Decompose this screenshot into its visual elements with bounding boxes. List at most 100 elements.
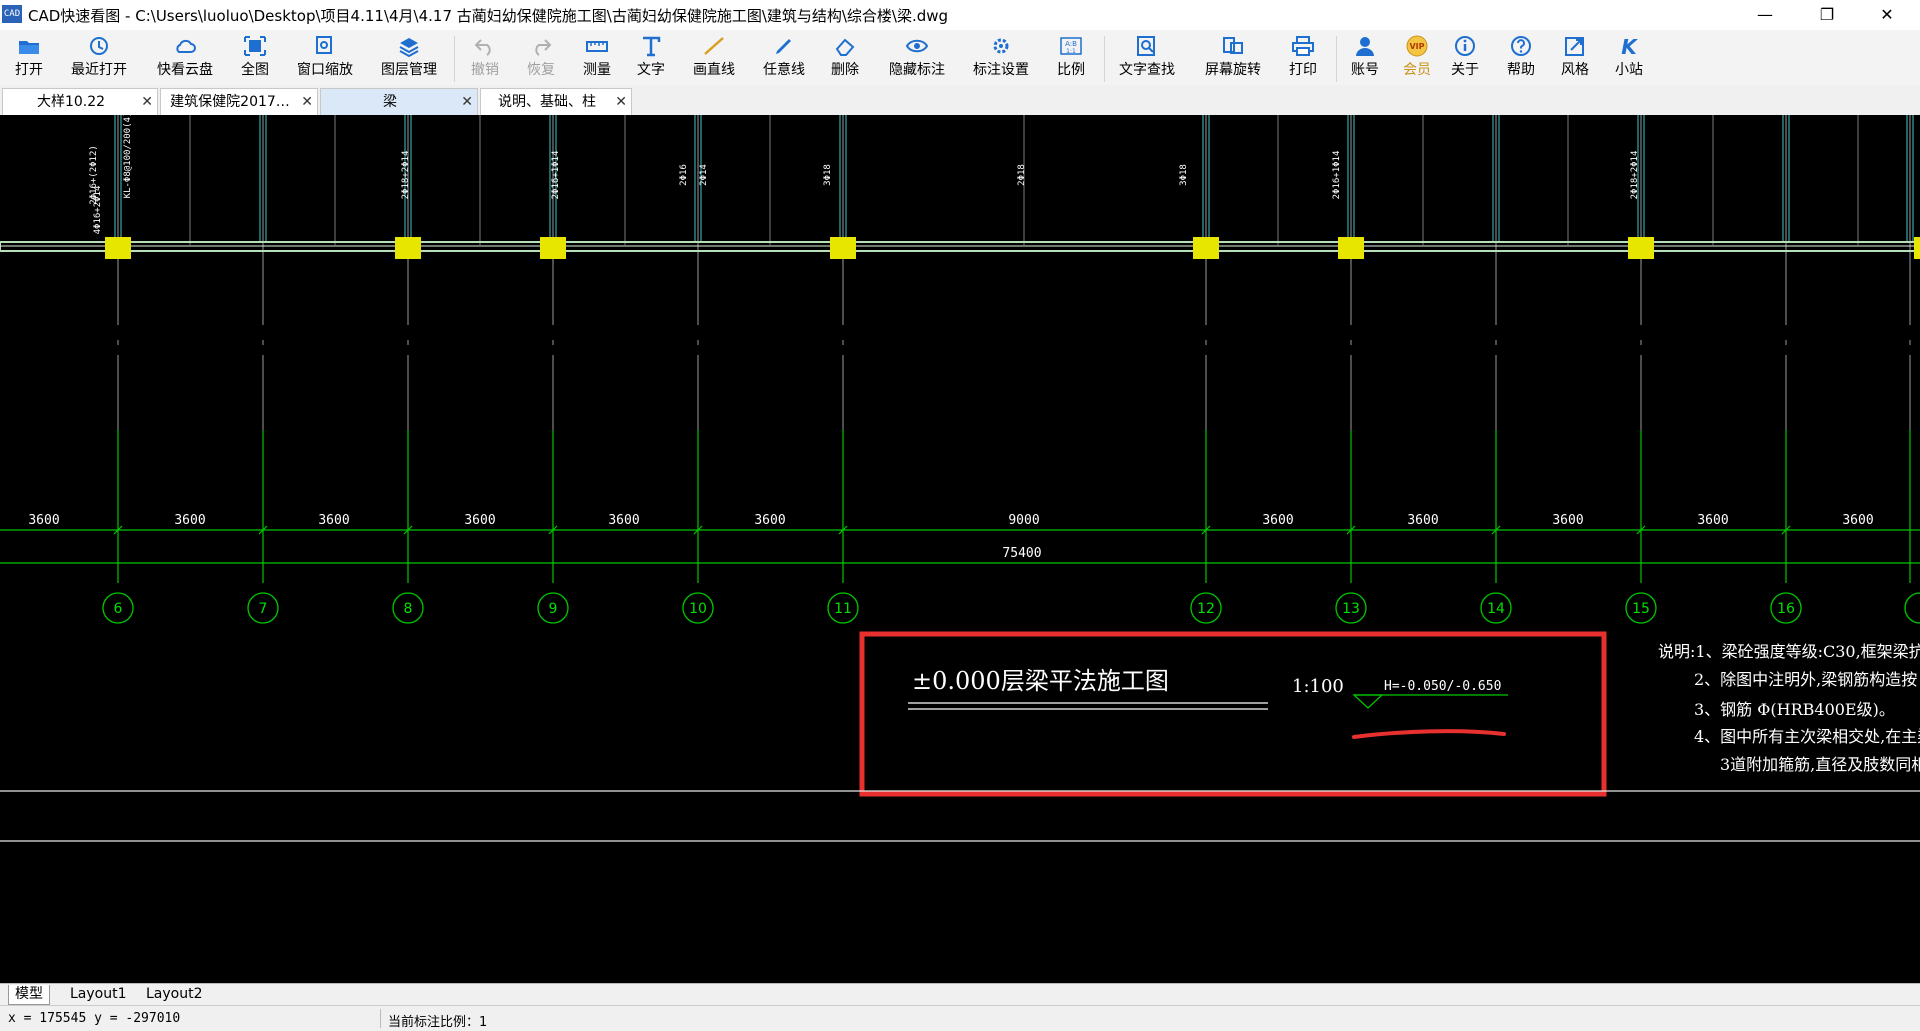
- site-button[interactable]: K 小站: [1606, 32, 1652, 84]
- ratio-label: 比例: [1057, 62, 1085, 78]
- style-button[interactable]: 风格: [1552, 32, 1598, 84]
- axis-bubble-label: 15: [1632, 601, 1650, 617]
- site-k-icon: K: [1621, 35, 1638, 57]
- tab-baojianyuan[interactable]: 建筑保健院2017… ✕: [160, 88, 318, 115]
- redo-button[interactable]: 恢复: [518, 32, 564, 84]
- title-bar: CAD CAD快速看图 - C:\Users\luoluo\Desktop\项目…: [0, 0, 1920, 31]
- layers-label: 图层管理: [381, 62, 437, 78]
- tab-close-icon[interactable]: ✕: [301, 89, 313, 115]
- tab-dayang[interactable]: 大样10.22 ✕: [2, 88, 158, 115]
- full-view-button[interactable]: 全图: [232, 32, 278, 84]
- axis-bubble-label: 12: [1197, 601, 1215, 617]
- svg-text:VIP: VIP: [1409, 42, 1424, 51]
- layers-icon: [399, 38, 419, 57]
- bay-dimension: 3600: [754, 513, 785, 528]
- measure-label: 测量: [583, 62, 611, 78]
- beam-rebar-label: 2Φ14: [699, 164, 709, 186]
- status-separator: [380, 1009, 381, 1028]
- model-tab[interactable]: 模型: [8, 985, 50, 1005]
- undo-icon: [474, 39, 491, 56]
- cloud-button[interactable]: 快看云盘: [150, 32, 220, 84]
- cad-drawing[interactable]: 2Φ16+(2Φ12)4Φ16+2Φ14KL-Φ8@100/200(4) 2Φ18…: [0, 115, 1920, 985]
- undo-button[interactable]: 撤销: [462, 32, 508, 84]
- print-button[interactable]: 打印: [1280, 32, 1326, 84]
- text-search-button[interactable]: 文字查找: [1112, 32, 1182, 84]
- cursor-coordinates: x = 175545 y = -297010: [8, 1011, 181, 1026]
- beam-rebar-label: 2Φ18+2Φ14: [1630, 151, 1640, 200]
- text-label: 文字: [637, 62, 665, 78]
- app-logo-icon: CAD: [2, 5, 22, 23]
- minimize-button[interactable]: —: [1742, 0, 1788, 30]
- svg-text:A:B: A:B: [1065, 40, 1077, 48]
- tab-close-icon[interactable]: ✕: [615, 89, 627, 115]
- bay-dimension: 9000: [1008, 513, 1039, 528]
- tab-close-icon[interactable]: ✕: [461, 89, 473, 115]
- recent-button[interactable]: 最近打开: [64, 32, 134, 84]
- main-toolbar: 打开 最近打开 快看云盘 全图 窗口缩放 图层管理 撤销 恢复 测量 文字 画直…: [0, 30, 1920, 85]
- drawing-canvas[interactable]: 2Φ16+(2Φ12) 4Φ16+2Φ14 KL-Φ8@100/200(4) 2Φ18…: [0, 115, 1920, 985]
- axis-bubble-label: 9: [549, 601, 558, 617]
- measure-button[interactable]: 测量: [574, 32, 620, 84]
- rotate-screen-button[interactable]: 屏幕旋转: [1198, 32, 1268, 84]
- erase-button[interactable]: 删除: [822, 32, 868, 84]
- column-marker: [830, 237, 856, 259]
- erase-label: 删除: [831, 62, 859, 78]
- drawing-title: ±0.000层梁平法施工图: [912, 667, 1169, 695]
- vip-button[interactable]: VIP 会员: [1394, 32, 1440, 84]
- text-button[interactable]: 文字: [628, 32, 674, 84]
- annotation-scale-status: 当前标注比例：1: [388, 1015, 488, 1030]
- account-button[interactable]: 账号: [1342, 32, 1388, 84]
- free-line-button[interactable]: 任意线: [756, 32, 812, 84]
- layout2-tab[interactable]: Layout2: [140, 985, 209, 1004]
- drawing-scale: 1:100: [1292, 676, 1344, 697]
- column-marker: [1914, 237, 1920, 259]
- ratio-button[interactable]: A:B 1:1 比例: [1048, 32, 1094, 84]
- column-marker: [540, 237, 566, 259]
- restore-button[interactable]: ❐: [1804, 0, 1850, 30]
- tab-liang[interactable]: 梁 ✕: [320, 88, 478, 115]
- bay-dimension: 3600: [1552, 513, 1583, 528]
- document-tab-bar: 大样10.22 ✕ 建筑保健院2017… ✕ 梁 ✕ 说明、基础、柱 ✕: [0, 85, 1920, 115]
- annotation-settings-label: 标注设置: [973, 62, 1029, 78]
- pencil-icon: [776, 39, 791, 54]
- close-window-button[interactable]: ✕: [1864, 0, 1910, 30]
- highlight-box: [859, 631, 1607, 797]
- window-zoom-button[interactable]: 窗口缩放: [290, 32, 360, 84]
- hide-annotation-button[interactable]: 隐藏标注: [882, 32, 952, 84]
- tab-label: 梁: [383, 94, 397, 110]
- redo-label: 恢复: [527, 62, 555, 78]
- text-search-label: 文字查找: [1119, 62, 1175, 78]
- open-button[interactable]: 打开: [8, 32, 50, 84]
- fit-view-icon: [244, 36, 266, 56]
- elevation-marker-icon: [1352, 694, 1384, 709]
- beam-rebar-label: 2Φ18: [1017, 164, 1027, 186]
- printer-icon: [1292, 36, 1314, 56]
- column-marker: [1628, 237, 1654, 259]
- rotate-icon: [1223, 37, 1243, 54]
- style-label: 风格: [1561, 62, 1589, 78]
- window-zoom-label: 窗口缩放: [297, 62, 353, 78]
- info-icon: [1455, 36, 1475, 56]
- red-underline-mark: [1352, 729, 1506, 739]
- about-button[interactable]: 关于: [1442, 32, 1488, 84]
- elevation-text: H=-0.050/-0.650: [1384, 679, 1501, 694]
- cloud-label: 快看云盘: [157, 62, 213, 78]
- beam-rebar-label: 3Φ18: [823, 164, 833, 186]
- layers-button[interactable]: 图层管理: [374, 32, 444, 84]
- tab-close-icon[interactable]: ✕: [141, 89, 153, 115]
- account-label: 账号: [1351, 62, 1379, 78]
- help-button[interactable]: 帮助: [1498, 32, 1544, 84]
- beam-rebar-label: 3Φ18: [1179, 164, 1189, 186]
- toolbar-separator: [1104, 36, 1105, 82]
- tab-shuoming[interactable]: 说明、基础、柱 ✕: [480, 88, 632, 115]
- draw-line-button[interactable]: 画直线: [686, 32, 742, 84]
- bay-dimension: 3600: [1262, 513, 1293, 528]
- axis-bubble-label: 10: [689, 601, 707, 617]
- axis-bubble: [1904, 592, 1920, 624]
- layout1-tab[interactable]: Layout1: [64, 985, 133, 1004]
- status-bar: x = 175545 y = -297010 当前标注比例：1: [0, 1005, 1920, 1031]
- annotation-settings-button[interactable]: 标注设置: [966, 32, 1036, 84]
- help-icon: [1511, 36, 1531, 56]
- toolbar-separator: [1336, 36, 1337, 82]
- axis-bubble-label: 6: [114, 601, 123, 617]
